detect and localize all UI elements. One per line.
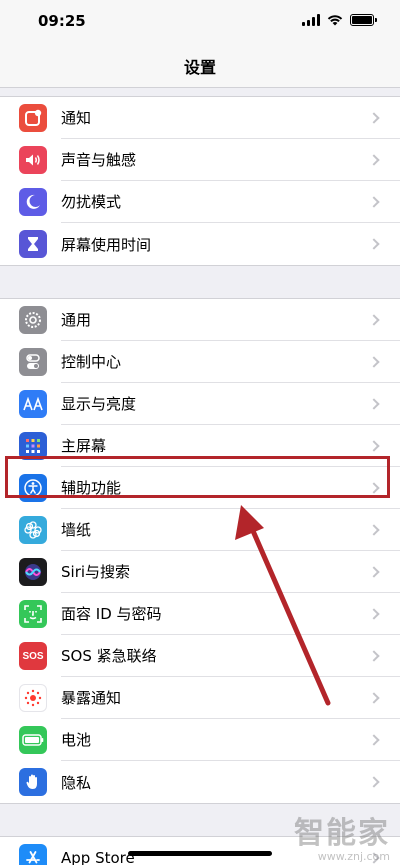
sos-icon-label: SOS (22, 650, 44, 662)
hand-icon (19, 768, 47, 796)
wallpaper-icon (19, 516, 47, 544)
chevron-right-icon (368, 111, 380, 124)
battery-icon (19, 726, 47, 754)
siri-icon (19, 558, 47, 586)
row-label: 暴露通知 (61, 689, 122, 707)
settings-row-display[interactable]: 显示与亮度 (0, 383, 400, 425)
chevron-right-icon (368, 195, 380, 208)
settings-row-do-not-disturb[interactable]: 勿扰模式 (0, 181, 400, 223)
chevron-right-icon (368, 523, 380, 536)
gear-icon (19, 306, 47, 334)
row-label: 主屏幕 (61, 437, 107, 455)
row-label: 通知 (61, 109, 92, 127)
row-label: 屏幕使用时间 (61, 235, 152, 254)
battery-status-icon (350, 14, 377, 26)
status-time: 09:25 (38, 12, 86, 30)
settings-row-sos[interactable]: SOS SOS 紧急联络 (0, 635, 400, 677)
settings-row-accessibility[interactable]: 辅助功能 (0, 467, 400, 509)
chevron-right-icon (368, 313, 380, 326)
page-title: 设置 (183, 58, 216, 77)
row-label: 通用 (61, 311, 92, 329)
chevron-right-icon (368, 733, 380, 746)
sounds-icon (19, 146, 47, 174)
face-id-icon (19, 600, 47, 628)
exposure-icon (19, 684, 47, 712)
chevron-right-icon (368, 238, 380, 250)
wifi-icon (327, 15, 343, 26)
chevron-right-icon (368, 355, 380, 368)
chevron-right-icon (368, 397, 380, 410)
hourglass-icon (19, 230, 47, 258)
settings-row-exposure[interactable]: 暴露通知 (0, 677, 400, 719)
row-label: 显示与亮度 (61, 395, 137, 413)
row-label: 隐私 (61, 773, 92, 792)
notifications-icon (19, 104, 47, 132)
settings-group-1: 通知 声音与触感 勿扰模式 屏幕使用时间 (0, 96, 400, 266)
watermark-text: 智能家 (294, 816, 390, 851)
settings-group-2: 通用 控制中心 显示与亮度 主屏幕 辅助功能 墙纸 Siri与搜索 面容 ID … (0, 298, 400, 804)
row-label: 声音与触感 (61, 151, 137, 169)
watermark: 智能家 www.znj.com (294, 808, 390, 863)
home-indicator[interactable] (128, 851, 272, 856)
status-bar: 09:25 (0, 0, 400, 45)
moon-icon (19, 188, 47, 216)
settings-row-siri[interactable]: Siri与搜索 (0, 551, 400, 593)
chevron-right-icon (368, 607, 380, 620)
settings-row-face-id[interactable]: 面容 ID 与密码 (0, 593, 400, 635)
settings-row-wallpaper[interactable]: 墙纸 (0, 509, 400, 551)
navigation-bar: 设置 (0, 45, 400, 88)
status-icons (302, 14, 377, 26)
settings-row-privacy[interactable]: 隐私 (0, 761, 400, 803)
row-label: SOS 紧急联络 (61, 647, 157, 665)
row-label: 控制中心 (61, 353, 122, 371)
cellular-signal-icon (302, 14, 320, 26)
settings-row-home-screen[interactable]: 主屏幕 (0, 425, 400, 467)
settings-row-battery[interactable]: 电池 (0, 719, 400, 761)
chevron-right-icon (368, 649, 380, 662)
settings-row-general[interactable]: 通用 (0, 299, 400, 341)
row-label: 电池 (61, 731, 92, 749)
accessibility-icon (19, 474, 47, 502)
chevron-right-icon (368, 481, 380, 494)
chevron-right-icon (368, 439, 380, 452)
home-screen-icon (19, 432, 47, 460)
toggles-icon (19, 348, 47, 376)
chevron-right-icon (368, 565, 380, 578)
row-label: 墙纸 (61, 521, 92, 539)
chevron-right-icon (368, 153, 380, 166)
row-label: 勿扰模式 (61, 193, 122, 211)
row-label: 辅助功能 (61, 479, 122, 497)
sos-icon: SOS (19, 642, 47, 670)
text-size-icon (19, 390, 47, 418)
row-label: 面容 ID 与密码 (61, 605, 162, 623)
chevron-right-icon (368, 691, 380, 704)
settings-row-sounds[interactable]: 声音与触感 (0, 139, 400, 181)
settings-row-notifications[interactable]: 通知 (0, 97, 400, 139)
settings-row-screen-time[interactable]: 屏幕使用时间 (0, 223, 400, 265)
chevron-right-icon (368, 776, 380, 788)
settings-row-control-center[interactable]: 控制中心 (0, 341, 400, 383)
app-store-icon (19, 844, 47, 865)
row-label: Siri与搜索 (61, 563, 131, 581)
